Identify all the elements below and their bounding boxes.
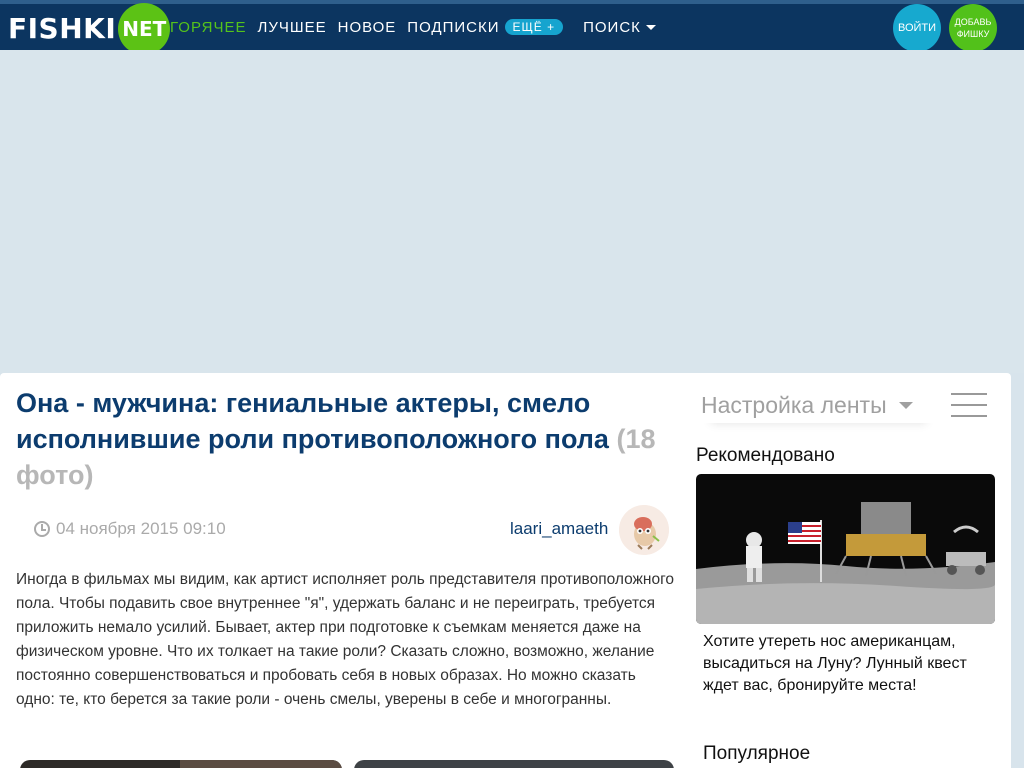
nav-item-best[interactable]: ЛУЧШЕЕ [257, 19, 326, 36]
article-photos [20, 760, 674, 768]
site-logo[interactable]: FISHKI NET [8, 3, 171, 55]
author-avatar[interactable] [619, 505, 669, 555]
nav-item-new[interactable]: НОВОЕ [338, 19, 397, 36]
feed-settings-label: Настройка ленты [701, 391, 887, 418]
nav-item-hot[interactable]: ГОРЯЧЕЕ [170, 19, 246, 36]
main-nav: ГОРЯЧЕЕ ЛУЧШЕЕ НОВОЕ ПОДПИСКИ ЕЩЁ + ПОИС… [170, 4, 667, 50]
article-photo[interactable] [20, 760, 342, 768]
logo-net-badge: NET [118, 3, 171, 55]
hamburger-menu-icon[interactable] [951, 393, 987, 417]
article-date: 04 ноября 2015 09:10 [34, 519, 226, 539]
avatar-creature-icon [619, 505, 669, 555]
clock-icon [34, 521, 50, 537]
more-button[interactable]: ЕЩЁ + [504, 19, 564, 35]
ad-banner-area [0, 50, 1024, 373]
article-photo[interactable] [354, 760, 674, 768]
caret-down-icon [645, 25, 656, 31]
article-title-text: Она - мужчина: гениальные актеры, смело … [16, 388, 609, 454]
search-label: ПОИСК [583, 18, 641, 36]
recommended-image[interactable] [696, 474, 995, 624]
recommended-description[interactable]: Хотите утереть нос американцам, высадить… [703, 631, 993, 697]
search-menu[interactable]: ПОИСК [583, 19, 656, 36]
logo-text: FISHKI [8, 11, 117, 45]
caret-down-icon [898, 401, 913, 409]
login-button[interactable]: ВОЙТИ [893, 4, 941, 52]
nav-item-subscriptions[interactable]: ПОДПИСКИ [407, 19, 499, 36]
moon-landing-image [696, 474, 995, 624]
add-post-button[interactable]: ДОБАВЬ ФИШКУ [949, 4, 997, 52]
article-body: Иногда в фильмах мы видим, как артист ис… [16, 571, 675, 708]
feed-settings-dropdown[interactable]: Настройка ленты [701, 387, 936, 423]
author-link[interactable]: laari_amaeth [510, 519, 608, 539]
article-title: Она - мужчина: гениальные актеры, смело … [16, 385, 656, 493]
top-navbar: FISHKI NET ГОРЯЧЕЕ ЛУЧШЕЕ НОВОЕ ПОДПИСКИ… [0, 0, 1024, 55]
date-text: 04 ноября 2015 09:10 [56, 519, 226, 538]
content-card: Она - мужчина: гениальные актеры, смело … [0, 373, 1011, 768]
popular-heading: Популярное [703, 743, 811, 764]
recommended-heading: Рекомендовано [696, 445, 835, 466]
